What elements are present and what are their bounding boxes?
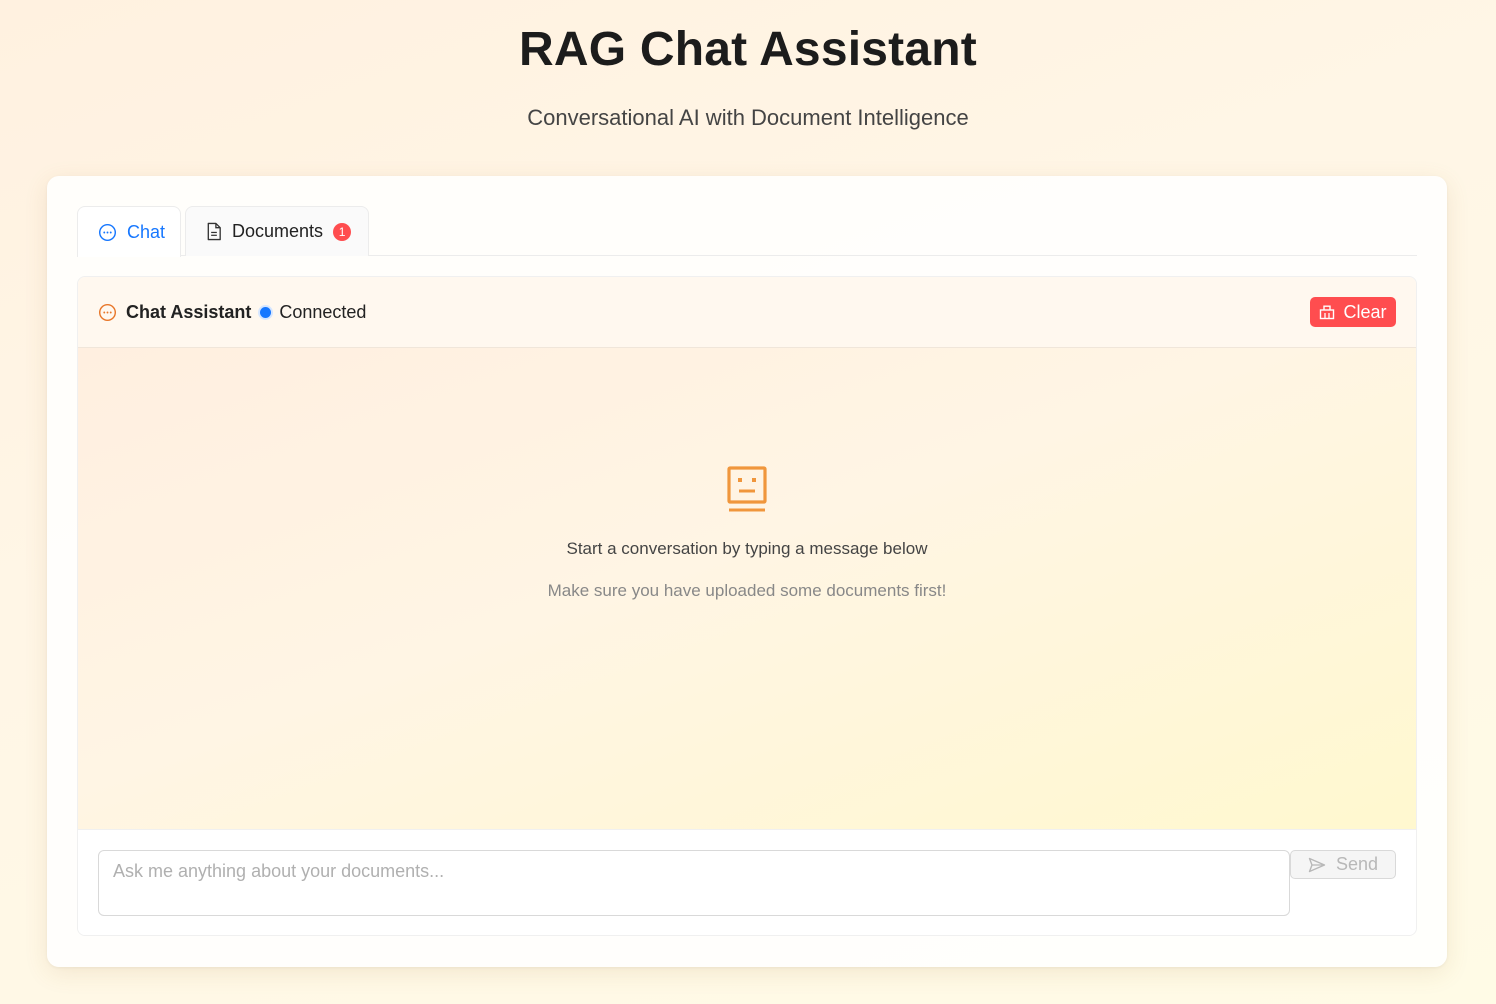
empty-state-hint: Make sure you have uploaded some documen… — [547, 581, 947, 600]
documents-count-badge: 1 — [333, 222, 352, 241]
chat-assistant-icon — [98, 303, 117, 322]
file-icon — [206, 222, 222, 241]
connection-status: Connected — [279, 301, 367, 322]
robot-icon — [727, 466, 767, 514]
page-title: RAG Chat Assistant — [519, 23, 977, 76]
status-indicator-dot — [260, 306, 272, 318]
tab-bar: Chat Documents 1 — [77, 206, 1417, 257]
clear-icon — [1319, 304, 1335, 320]
send-icon — [1308, 857, 1326, 873]
message-composer: Send — [78, 829, 1416, 935]
clear-button-label: Clear — [1343, 301, 1387, 322]
chat-bubble-icon — [98, 223, 117, 242]
message-list[interactable]: Start a conversation by typing a message… — [78, 348, 1416, 829]
tab-documents[interactable]: Documents 1 — [185, 206, 369, 256]
page-subtitle: Conversational AI with Document Intellig… — [527, 105, 969, 130]
clear-button[interactable]: Clear — [1310, 297, 1396, 327]
message-input[interactable] — [98, 850, 1290, 916]
tab-documents-label: Documents — [232, 221, 324, 241]
tab-chat[interactable]: Chat — [77, 206, 181, 257]
tab-chat-label: Chat — [127, 221, 166, 242]
chat-panel-title: Chat Assistant — [126, 301, 252, 322]
main-card: Chat Documents 1 Chat Assistant Connecte… — [47, 176, 1447, 967]
empty-state-message: Start a conversation by typing a message… — [566, 539, 928, 558]
chat-panel-header: Chat Assistant Connected Clear — [78, 277, 1416, 348]
chat-panel: Chat Assistant Connected Clear Start a c… — [77, 276, 1417, 936]
send-button-label: Send — [1335, 854, 1379, 874]
send-button[interactable]: Send — [1290, 850, 1396, 879]
empty-state: Start a conversation by typing a message… — [78, 466, 1416, 601]
